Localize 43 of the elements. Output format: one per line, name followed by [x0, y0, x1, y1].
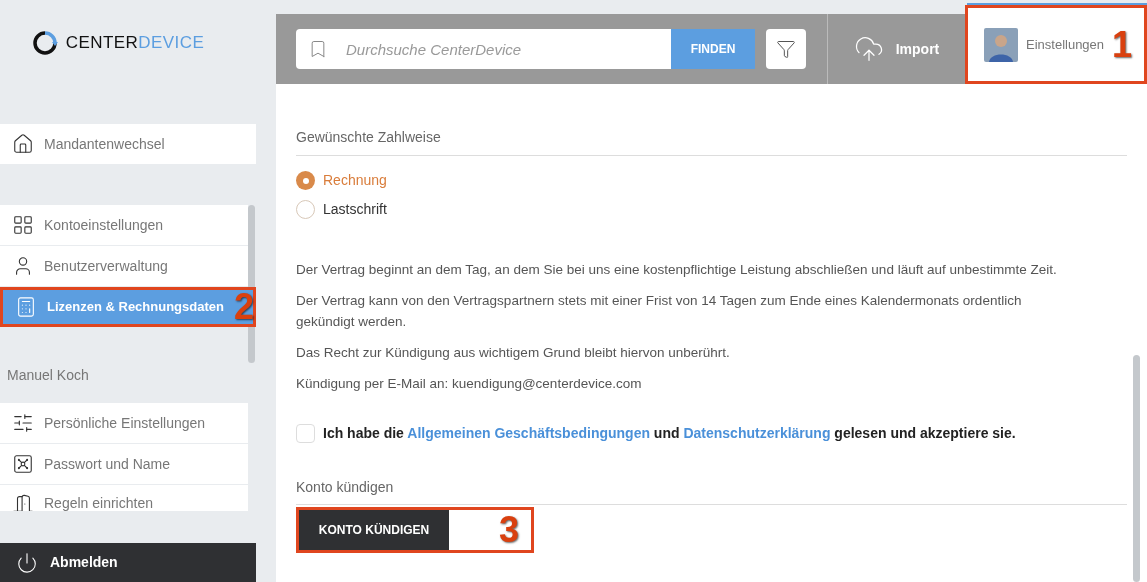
section-heading: Manuel Koch	[6, 366, 90, 385]
sidebar-item[interactable]: Lizenzen & Rechnungsdaten 2	[0, 287, 256, 327]
sidebar-item[interactable]: Passwort und Name	[0, 444, 248, 484]
checkbox[interactable]	[296, 424, 315, 443]
annotation-number: 3	[499, 512, 520, 548]
settings-button[interactable]: Einstellungen 1	[965, 5, 1147, 84]
upload-icon	[853, 34, 884, 64]
paragraph: Das Recht zur Kündigung aus wichtigem Grund bleibt hiervon unberührt.	[296, 344, 731, 362]
logo-text: CENTERDEVICE	[65, 32, 205, 55]
home-icon	[12, 133, 34, 155]
calculator-icon	[15, 296, 37, 318]
filter-icon	[776, 39, 796, 59]
sidebar-item[interactable]: Mandantenwechsel	[0, 124, 256, 164]
import-button[interactable]: Import	[828, 14, 965, 84]
logout-button[interactable]: Abmelden	[0, 543, 256, 582]
sidebar-item[interactable]: Kontoeinstellungen	[0, 205, 248, 245]
power-icon	[16, 551, 38, 574]
radio-button[interactable]	[296, 200, 315, 219]
paragraph: Der Vertrag kann von den Vertragspartnern stets mit einer Frist von 14 Tagen zum Ende eines Kalendermonats ordentlich gekündigt werden.	[296, 292, 1023, 331]
sidebar-item[interactable]: Regeln einrichten	[0, 485, 248, 511]
annotation-number: 2	[233, 289, 254, 325]
section-heading: Konto kündigen	[296, 477, 1127, 505]
search-field[interactable]: Durchsuche CenterDevice	[296, 29, 671, 69]
search-button[interactable]: FINDEN	[671, 29, 755, 69]
link[interactable]: Datenschutzerklärung	[683, 425, 831, 441]
grid-icon	[12, 214, 34, 236]
paragraph: Kündigung per E-Mail an: kuendigung@centerdevice.com	[296, 375, 643, 393]
avatar	[984, 27, 1018, 62]
radio-button[interactable]	[296, 171, 315, 190]
link[interactable]: Allgemeinen Geschäftsbedingungen	[407, 425, 650, 441]
logo-icon	[31, 30, 58, 56]
paragraph: Der Vertrag beginnt an dem Tag, an dem Sie bei uns eine kostenpflichtige Leistung abschließen und läuft auf unbestimmte Zeit.	[296, 261, 1058, 279]
radio-option[interactable]: Lastschrift	[296, 199, 1127, 220]
cancel-account-button[interactable]: KONTO KÜNDIGEN	[299, 510, 449, 550]
annotation-number: 1	[1112, 26, 1133, 63]
section-heading: Gewünschte Zahlweise	[296, 127, 1127, 156]
radio-option[interactable]: Rechnung	[296, 170, 1127, 191]
filter-button[interactable]	[766, 29, 806, 69]
sliders-icon	[12, 412, 34, 434]
consent-text: Ich habe die Allgemeinen Geschäftsbedingungen und Datenschutzerklärung gelesen und akzeptiere sie.	[323, 424, 1016, 443]
sidebar-item[interactable]: Benutzerverwaltung	[0, 246, 248, 286]
safe-icon	[12, 453, 34, 475]
sidebar-item[interactable]: Persönliche Einstellungen	[0, 403, 248, 443]
